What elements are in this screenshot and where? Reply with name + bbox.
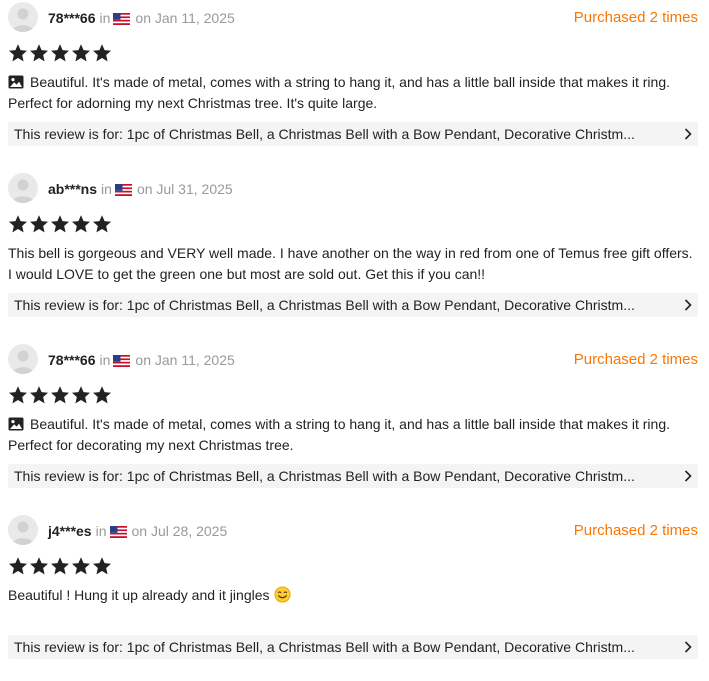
chevron-right-icon	[684, 470, 692, 482]
in-label: in	[99, 10, 111, 26]
star-icon	[51, 44, 69, 62]
us-flag-icon	[109, 526, 127, 538]
star-icon	[9, 44, 27, 62]
avatar[interactable]	[8, 344, 38, 374]
avatar[interactable]	[8, 515, 38, 545]
user-meta: ab***ns in on Jul 31, 2025	[48, 180, 233, 198]
review-card: j4***es in on Jul 28, 2025 Purchased 2 ti…	[8, 515, 698, 681]
star-icon	[51, 215, 69, 233]
avatar-placeholder-icon	[12, 350, 34, 374]
review-header: j4***es in on Jul 28, 2025 Purchased 2 ti…	[8, 515, 698, 547]
star-icon	[72, 44, 90, 62]
us-flag-icon	[114, 184, 132, 196]
avatar-placeholder-icon	[12, 179, 34, 203]
star-icon	[72, 386, 90, 404]
smiling-face-emoji-icon	[273, 586, 291, 603]
star-icon	[9, 557, 27, 575]
avatar[interactable]	[8, 2, 38, 32]
chevron-right-icon	[684, 299, 692, 311]
star-icon	[51, 557, 69, 575]
star-rating	[8, 556, 112, 576]
review-product-text: This review is for: 1pc of Christmas Bel…	[14, 468, 635, 484]
in-label: in	[101, 181, 112, 197]
review-date: on Jul 28, 2025	[131, 523, 228, 539]
star-icon	[93, 215, 111, 233]
star-icon	[72, 557, 90, 575]
review-body: Beautiful ! Hung it up already and it ji…	[8, 587, 270, 603]
review-product-link[interactable]: This review is for: 1pc of Christmas Bel…	[8, 464, 698, 488]
star-icon	[93, 557, 111, 575]
star-icon	[9, 215, 27, 233]
purchased-count: Purchased 2 times	[573, 522, 698, 539]
star-icon	[9, 386, 27, 404]
review-body: This bell is gorgeous and VERY well made…	[8, 245, 693, 282]
photo-icon[interactable]	[8, 417, 24, 431]
review-card: 78***66 in on Jan 11, 2025 Purchased 2 ti…	[8, 344, 698, 510]
star-icon	[30, 386, 48, 404]
star-icon	[93, 44, 111, 62]
in-label: in	[95, 523, 107, 539]
user-meta: j4***es in on Jul 28, 2025	[48, 522, 227, 540]
review-product-link[interactable]: This review is for: 1pc of Christmas Bel…	[8, 122, 698, 146]
review-header: ab***ns in on Jul 31, 2025	[8, 173, 698, 205]
star-rating	[8, 214, 112, 234]
review-list: 78***66 in on Jan 11, 2025 Purchased 2 ti…	[0, 0, 709, 659]
photo-icon[interactable]	[8, 75, 24, 89]
review-body: Beautiful. It's made of metal, comes wit…	[8, 74, 670, 111]
avatar[interactable]	[8, 173, 38, 203]
star-icon	[30, 44, 48, 62]
review-product-text: This review is for: 1pc of Christmas Bel…	[14, 639, 635, 655]
user-meta: 78***66 in on Jan 11, 2025	[48, 351, 235, 369]
review-text: This bell is gorgeous and VERY well made…	[8, 243, 698, 285]
review-date: on Jan 11, 2025	[135, 10, 235, 26]
user-name[interactable]: 78***66	[48, 352, 96, 368]
user-name[interactable]: ab***ns	[48, 181, 97, 197]
star-rating	[8, 385, 112, 405]
us-flag-icon	[113, 13, 131, 25]
in-label: in	[99, 352, 111, 368]
star-icon	[30, 557, 48, 575]
user-name[interactable]: 78***66	[48, 10, 96, 26]
chevron-right-icon	[684, 128, 692, 140]
review-text: Beautiful. It's made of metal, comes wit…	[8, 414, 698, 456]
review-body: Beautiful. It's made of metal, comes wit…	[8, 416, 670, 453]
chevron-right-icon	[684, 641, 692, 653]
star-icon	[72, 215, 90, 233]
review-header: 78***66 in on Jan 11, 2025 Purchased 2 ti…	[8, 344, 698, 376]
review-date: on Jan 11, 2025	[135, 352, 235, 368]
avatar-placeholder-icon	[12, 8, 34, 32]
review-product-link[interactable]: This review is for: 1pc of Christmas Bel…	[8, 635, 698, 659]
user-meta: 78***66 in on Jan 11, 2025	[48, 9, 235, 27]
user-name[interactable]: j4***es	[48, 523, 92, 539]
purchased-count: Purchased 2 times	[573, 9, 698, 26]
review-text: Beautiful. It's made of metal, comes wit…	[8, 72, 698, 114]
review-header: 78***66 in on Jan 11, 2025 Purchased 2 ti…	[8, 2, 698, 34]
review-text: Beautiful ! Hung it up already and it ji…	[8, 585, 698, 606]
star-icon	[30, 215, 48, 233]
review-product-text: This review is for: 1pc of Christmas Bel…	[14, 126, 635, 142]
star-icon	[51, 386, 69, 404]
us-flag-icon	[113, 355, 131, 367]
review-date: on Jul 31, 2025	[136, 181, 233, 197]
review-card: 78***66 in on Jan 11, 2025 Purchased 2 ti…	[8, 2, 698, 168]
star-icon	[93, 386, 111, 404]
review-product-text: This review is for: 1pc of Christmas Bel…	[14, 297, 635, 313]
review-product-link[interactable]: This review is for: 1pc of Christmas Bel…	[8, 293, 698, 317]
purchased-count: Purchased 2 times	[573, 351, 698, 368]
avatar-placeholder-icon	[12, 521, 34, 545]
review-card: ab***ns in on Jul 31, 2025 This bell is g…	[8, 173, 698, 339]
star-rating	[8, 43, 112, 63]
